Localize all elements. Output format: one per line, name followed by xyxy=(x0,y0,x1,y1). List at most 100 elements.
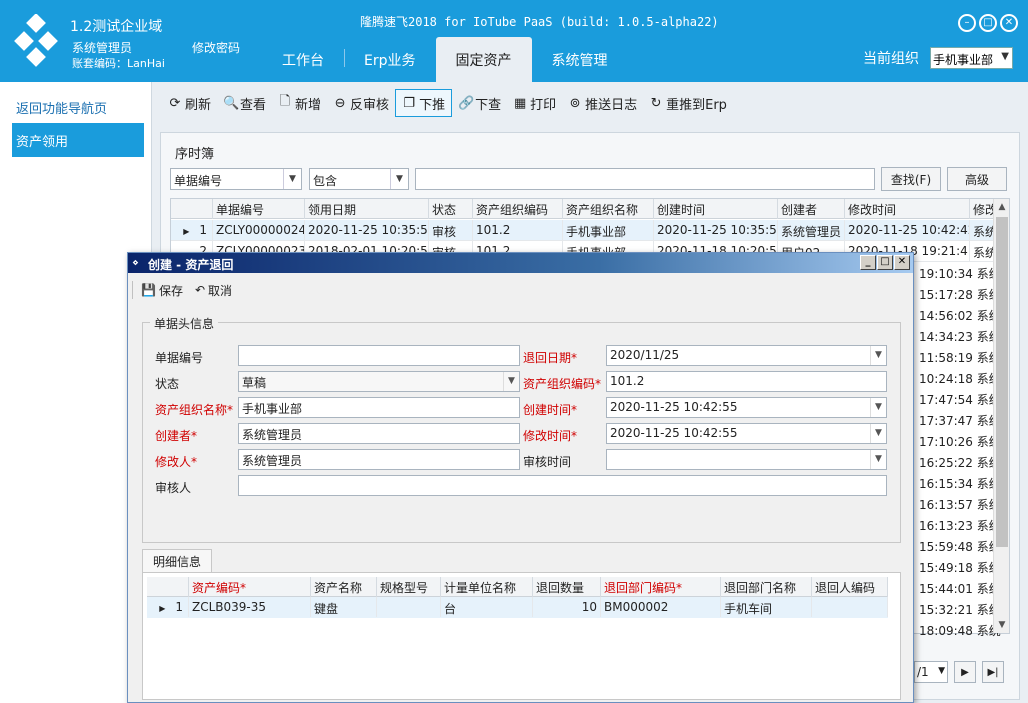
change-password-link[interactable]: 修改密码 xyxy=(192,39,240,56)
button-label: 推送日志 xyxy=(585,97,638,113)
org-code-label: 资产组织编码* xyxy=(523,377,602,391)
column-header[interactable]: 资产组织名称 xyxy=(563,199,654,219)
table-cell: ZCLB039-35 xyxy=(189,597,311,617)
filter-field-select[interactable]: 单据编号 ▼ xyxy=(170,168,302,190)
column-header[interactable]: 创建时间 xyxy=(654,199,778,219)
current-org-label: 当前组织 xyxy=(863,51,919,67)
row-number: ▶ 1 xyxy=(171,220,213,240)
status-select[interactable]: 草稿 ▼ xyxy=(238,371,520,392)
auditor-label: 审核人 xyxy=(155,481,192,495)
modifier-input[interactable]: 系统管理员 xyxy=(238,449,520,470)
last-page-button[interactable]: ▶| xyxy=(982,661,1004,683)
refresh-button[interactable]: ⟳ 刷新 xyxy=(162,89,217,117)
tab-system-admin[interactable]: 系统管理 xyxy=(532,37,628,82)
table-cell: ZCLY00000024 xyxy=(213,220,305,240)
column-header[interactable]: 资产名称 xyxy=(311,577,377,597)
table-row[interactable]: ▶ 1 ZCLY00000024 2020-11-25 10:35:50 审核 1… xyxy=(171,220,1009,241)
sidebar-item-back-nav[interactable]: 返回功能导航页 xyxy=(12,90,144,124)
push-down-icon: ❐ xyxy=(403,95,415,111)
column-header[interactable]: 退回数量 xyxy=(533,577,601,597)
table-cell: 系统管理员 xyxy=(778,220,845,240)
current-org-select[interactable]: 手机事业部 ▼ xyxy=(930,47,1013,69)
auditor-input[interactable] xyxy=(238,475,887,496)
doc-no-input[interactable] xyxy=(238,345,520,366)
dialog-title: 创建 - 资产退回 xyxy=(148,258,234,272)
table-cell: 2020-11-25 10:42:42 xyxy=(845,220,970,240)
row-number-header xyxy=(147,577,189,597)
grid-vertical-scrollbar[interactable]: ▲ ▼ xyxy=(993,199,1009,633)
audit-time-picker[interactable]: ▼ xyxy=(606,449,887,470)
print-button[interactable]: ▦ 打印 xyxy=(507,89,562,117)
modify-time-picker[interactable]: 2020-11-25 10:42:55 ▼ xyxy=(606,423,887,444)
modify-time-label: 修改时间* xyxy=(523,429,578,443)
minimize-icon[interactable]: _ xyxy=(860,255,876,270)
scroll-up-icon[interactable]: ▲ xyxy=(994,199,1010,215)
refresh-icon: ⟳ xyxy=(169,95,181,111)
column-header[interactable]: 退回人编码 xyxy=(812,577,888,597)
creator-input[interactable]: 系统管理员 xyxy=(238,423,520,444)
view-button[interactable]: 🔍 查看 xyxy=(217,89,272,117)
column-header[interactable]: 资产组织编码 xyxy=(473,199,563,219)
column-header[interactable]: 修改时间 xyxy=(845,199,970,219)
create-time-picker[interactable]: 2020-11-25 10:42:55 ▼ xyxy=(606,397,887,418)
table-cell xyxy=(377,597,441,617)
next-page-button[interactable]: ▶ xyxy=(954,661,976,683)
app-header: 1.2测试企业域 系统管理员 账套编码：LanHai 修改密码 隆腾速飞2018… xyxy=(0,0,1028,82)
advanced-button[interactable]: 高级 xyxy=(947,167,1007,191)
status-value: 草稿 xyxy=(242,376,267,390)
maximize-icon[interactable]: □ xyxy=(979,14,997,32)
header-info-title: 单据头信息 xyxy=(150,315,219,332)
tab-detail-info[interactable]: 明细信息 xyxy=(142,549,212,573)
column-header[interactable]: 领用日期 xyxy=(305,199,429,219)
button-label: 刷新 xyxy=(185,97,212,113)
query-down-button[interactable]: 🔗 下查 xyxy=(452,89,507,117)
dialog-title-bar[interactable]: ⋄ 创建 - 资产退回 _ □ ✕ xyxy=(128,253,913,273)
column-header[interactable]: 退回部门编码* xyxy=(601,577,721,597)
view-icon: 🔍 xyxy=(223,95,240,111)
org-name-input[interactable]: 手机事业部 xyxy=(238,397,520,418)
chevron-down-icon: ▼ xyxy=(870,346,886,365)
main-nav: 工作台 Erp业务 固定资产 系统管理 xyxy=(262,37,628,82)
button-label: 下推 xyxy=(419,97,446,113)
push-down-button[interactable]: ❐ 下推 xyxy=(395,89,453,117)
scrollbar-thumb[interactable] xyxy=(996,217,1008,547)
column-header[interactable]: 创建者 xyxy=(778,199,845,219)
close-icon[interactable]: ✕ xyxy=(894,255,910,270)
filter-op-select[interactable]: 包含 ▼ xyxy=(309,168,409,190)
tab-fixed-assets[interactable]: 固定资产 xyxy=(435,37,532,82)
column-header[interactable]: 单据编号 xyxy=(213,199,305,219)
column-header[interactable]: 资产编码* xyxy=(189,577,311,597)
filter-value-input[interactable] xyxy=(415,168,875,190)
column-header[interactable]: 计量单位名称 xyxy=(441,577,533,597)
new-icon: 🗋 xyxy=(279,94,291,109)
sidebar-item-asset-requisition[interactable]: 资产领用 xyxy=(12,123,144,157)
minimize-icon[interactable]: – xyxy=(958,14,976,32)
tab-erp[interactable]: Erp业务 xyxy=(344,37,436,82)
column-header[interactable]: 状态 xyxy=(429,199,473,219)
modifier-label: 修改人* xyxy=(155,455,198,469)
table-row[interactable]: ▶ 1 ZCLB039-35 键盘 台 10 BM000002 手机车间 xyxy=(147,597,888,618)
main-toolbar: ⟳ 刷新 🔍 查看 🗋 新增 ⊖ 反审核 ❐ 下推 🔗 下查 ▦ 打印 ⊚ 推送日志 ↻ 重推到E… xyxy=(162,86,733,120)
maximize-icon[interactable]: □ xyxy=(877,255,893,270)
filter-field-value: 单据编号 xyxy=(174,174,223,188)
button-label: 打印 xyxy=(530,97,557,113)
unaudit-button[interactable]: ⊖ 反审核 xyxy=(327,89,395,117)
new-button[interactable]: 🗋 新增 xyxy=(272,89,327,117)
tab-workbench[interactable]: 工作台 xyxy=(262,37,344,82)
print-icon: ▦ xyxy=(513,95,527,111)
search-button[interactable]: 查找(F) xyxy=(881,167,941,191)
close-icon[interactable]: ✕ xyxy=(1000,14,1018,32)
push-log-button[interactable]: ⊚ 推送日志 xyxy=(562,89,643,117)
cancel-button[interactable]: ↶ 取消 xyxy=(191,282,236,299)
table-cell: BM000002 xyxy=(601,597,721,617)
scroll-down-icon[interactable]: ▼ xyxy=(994,617,1010,633)
chevron-down-icon: ▼ xyxy=(283,169,301,189)
return-date-picker[interactable]: 2020/11/25 ▼ xyxy=(606,345,887,366)
column-header[interactable]: 规格型号 xyxy=(377,577,441,597)
page-select[interactable]: /1 ▼ xyxy=(914,661,948,683)
repush-erp-button[interactable]: ↻ 重推到Erp xyxy=(643,89,733,117)
save-button[interactable]: 💾 保存 xyxy=(137,282,187,299)
column-header[interactable]: 退回部门名称 xyxy=(721,577,812,597)
button-label: 新增 xyxy=(295,97,322,113)
org-code-input[interactable]: 101.2 xyxy=(606,371,887,392)
